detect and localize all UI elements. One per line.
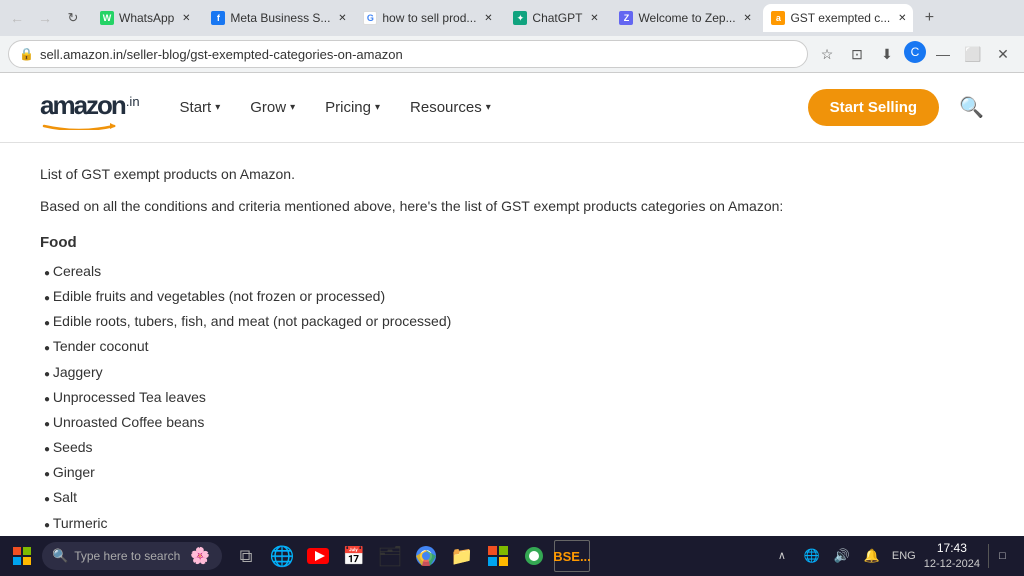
chrome2-icon[interactable] <box>518 540 550 572</box>
taskbar-search-text: Type here to search <box>74 549 180 563</box>
list-item: Tender coconut <box>40 334 920 359</box>
tab-close-chatgpt[interactable]: ✕ <box>587 11 601 25</box>
list-item: Ginger <box>40 460 920 485</box>
tab-meta[interactable]: f Meta Business S... ✕ <box>203 4 353 32</box>
list-item: Edible fruits and vegetables (not frozen… <box>40 284 920 309</box>
tab-close-meta[interactable]: ✕ <box>335 11 349 25</box>
search-icon[interactable]: 🔍 <box>959 95 984 120</box>
page-wrapper: List of GST exempt products on Amazon. B… <box>0 143 1024 571</box>
list-item: Turmeric <box>40 511 920 536</box>
nav-resources[interactable]: Resources ▾ <box>410 99 491 116</box>
minimize-button[interactable]: — <box>930 41 956 67</box>
article-content: List of GST exempt products on Amazon. B… <box>0 143 960 571</box>
start-button[interactable] <box>4 538 40 574</box>
tab-close-zep[interactable]: ✕ <box>741 11 755 25</box>
forward-button[interactable]: → <box>32 5 58 31</box>
date-display: 12-12-2024 <box>924 557 980 571</box>
network-icon[interactable]: 🌐 <box>800 544 824 568</box>
tab-close-google[interactable]: ✕ <box>481 11 495 25</box>
content-scroll[interactable]: List of GST exempt products on Amazon. B… <box>0 143 1024 571</box>
new-tab-button[interactable]: + <box>915 4 943 32</box>
start-chevron: ▾ <box>215 102 220 113</box>
amazon-nav: amazon .in Start ▾ Grow ▾ Pricing ▾ Reso… <box>0 73 1024 143</box>
section-heading: Food <box>40 234 920 251</box>
tab-gst[interactable]: a GST exempted c... ✕ <box>763 4 913 32</box>
taskbar-search-icon: 🔍 <box>52 548 68 564</box>
time-display: 17:43 <box>924 541 980 557</box>
list-item: Salt <box>40 485 920 510</box>
google-chrome-icon[interactable] <box>410 540 442 572</box>
address-bar-row: 🔒 sell.amazon.in/seller-blog/gst-exempte… <box>0 36 1024 72</box>
chevron-up-icon[interactable]: ∧ <box>770 544 794 568</box>
food-list: Cereals Edible fruits and vegetables (no… <box>40 259 920 571</box>
close-button[interactable]: ✕ <box>990 41 1016 67</box>
task-view-icon[interactable]: ⧉ <box>230 540 262 572</box>
tab-google[interactable]: G how to sell prod... ✕ <box>355 4 503 32</box>
calendar-icon[interactable]: 📅 <box>338 540 370 572</box>
tab-close-whatsapp[interactable]: ✕ <box>179 11 193 25</box>
taskbar-icon-group: ⧉ 🌐 📅 🗂 📁 <box>230 540 590 572</box>
maximize-button[interactable]: ⬜ <box>960 41 986 67</box>
extensions-button[interactable]: ⊡ <box>844 41 870 67</box>
bse-icon[interactable]: BSE... <box>554 540 590 572</box>
address-bar[interactable]: 🔒 sell.amazon.in/seller-blog/gst-exempte… <box>8 40 808 68</box>
browser-chrome: ← → ↻ W WhatsApp ✕ f Meta Business S... … <box>0 0 1024 73</box>
nav-links: Start ▾ Grow ▾ Pricing ▾ Resources ▾ <box>180 99 808 116</box>
grow-chevron: ▾ <box>290 102 295 113</box>
list-item: Edible roots, tubers, fish, and meat (no… <box>40 309 920 334</box>
refresh-button[interactable]: ↻ <box>60 5 86 31</box>
profile-button[interactable]: C <box>904 41 926 63</box>
article-intro: List of GST exempt products on Amazon. <box>40 163 920 185</box>
nav-pricing[interactable]: Pricing ▾ <box>325 99 380 116</box>
taskbar-right: ∧ 🌐 🔊 🔔 ENG 17:43 12-12-2024 □ <box>770 541 1020 571</box>
files-icon[interactable]: 🗂 <box>374 540 406 572</box>
notifications-icon[interactable]: 🔔 <box>860 544 884 568</box>
nav-start[interactable]: Start ▾ <box>180 99 221 116</box>
ms365-icon[interactable] <box>482 540 514 572</box>
list-item: Jaggery <box>40 360 920 385</box>
pricing-chevron: ▾ <box>375 102 380 113</box>
list-item: Seeds <box>40 435 920 460</box>
show-desktop-button[interactable]: □ <box>988 544 1012 568</box>
youtube-icon[interactable] <box>302 540 334 572</box>
article-description: Based on all the conditions and criteria… <box>40 195 920 217</box>
address-text: sell.amazon.in/seller-blog/gst-exempted-… <box>40 47 797 62</box>
back-button[interactable]: ← <box>4 5 30 31</box>
resources-chevron: ▾ <box>486 102 491 113</box>
tab-chatgpt[interactable]: ✦ ChatGPT ✕ <box>505 4 609 32</box>
folder-icon[interactable]: 📁 <box>446 540 478 572</box>
volume-icon[interactable]: 🔊 <box>830 544 854 568</box>
sys-tray: ∧ 🌐 🔊 🔔 <box>770 544 884 568</box>
lock-icon: 🔒 <box>19 47 34 61</box>
tab-close-gst[interactable]: ✕ <box>895 11 909 25</box>
tab-bar: ← → ↻ W WhatsApp ✕ f Meta Business S... … <box>0 0 1024 36</box>
tab-zep[interactable]: Z Welcome to Zep... ✕ <box>611 4 761 32</box>
time-date[interactable]: 17:43 12-12-2024 <box>924 541 980 571</box>
bookmark-button[interactable]: ☆ <box>814 41 840 67</box>
lang-indicator: ENG <box>892 550 916 562</box>
start-selling-button[interactable]: Start Selling <box>808 89 940 126</box>
toolbar-icons: ☆ ⊡ ⬇ C — ⬜ ✕ <box>814 41 1016 67</box>
list-item: Unprocessed Tea leaves <box>40 385 920 410</box>
amazon-logo[interactable]: amazon .in <box>40 90 140 125</box>
download-button[interactable]: ⬇ <box>874 41 900 67</box>
edge-icon[interactable]: 🌐 <box>266 540 298 572</box>
list-item: Unroasted Coffee beans <box>40 410 920 435</box>
taskbar-search-box[interactable]: 🔍 Type here to search 🌸 <box>42 542 222 570</box>
tab-whatsapp[interactable]: W WhatsApp ✕ <box>92 4 201 32</box>
list-item: Cereals <box>40 259 920 284</box>
nav-grow[interactable]: Grow ▾ <box>250 99 295 116</box>
taskbar: 🔍 Type here to search 🌸 ⧉ 🌐 📅 🗂 📁 <box>0 536 1024 576</box>
